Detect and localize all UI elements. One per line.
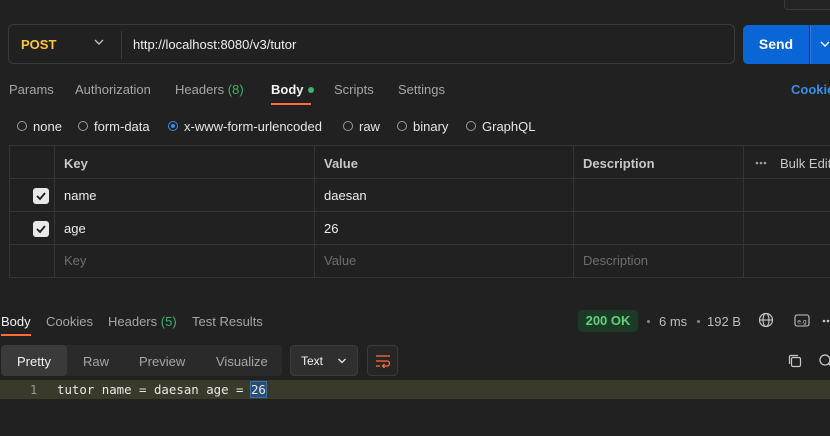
line-number: 1 (30, 383, 38, 397)
radio-icon (343, 121, 353, 131)
check-icon (36, 192, 46, 201)
save-example-icon[interactable]: e.g (794, 314, 810, 327)
separator-dot (697, 320, 700, 323)
response-tab-test-results[interactable]: Test Results (192, 314, 263, 329)
format-label: Text (301, 354, 324, 368)
tab-params[interactable]: Params (9, 82, 54, 97)
status-badge[interactable]: 200 OK (578, 310, 638, 332)
radio-form-data[interactable]: form-data (78, 118, 150, 134)
view-preview[interactable]: Preview (139, 354, 185, 369)
radio-label: form-data (94, 118, 150, 134)
response-body-prefix: tutor name = daesan age = (57, 382, 251, 397)
radio-icon (17, 121, 27, 131)
response-tab-body[interactable]: Body (1, 314, 31, 329)
row-divider (10, 178, 830, 179)
window-control[interactable] (784, 0, 830, 10)
radio-label: x-www-form-urlencoded (184, 118, 322, 134)
url-divider (121, 31, 122, 59)
radio-label: binary (413, 118, 449, 134)
radio-binary[interactable]: binary (397, 118, 448, 134)
key-input[interactable]: Key (64, 253, 86, 268)
params-table: Key Value Description Bulk Edit name dae… (9, 145, 830, 278)
view-raw[interactable]: Raw (83, 354, 109, 369)
response-body-text[interactable]: tutor name = daesan age = 26 (57, 381, 267, 398)
response-tab-headers-label: Headers (108, 314, 158, 329)
radio-icon (78, 121, 88, 131)
param-key[interactable]: name (64, 188, 97, 203)
send-button[interactable]: Send (743, 25, 809, 64)
chevron-down-icon (820, 41, 830, 47)
radio-x-www-form-urlencoded[interactable]: x-www-form-urlencoded (168, 118, 322, 134)
bulk-edit-button[interactable]: Bulk Edit (780, 156, 830, 171)
url-input[interactable]: http://localhost:8080/v3/tutor (133, 37, 296, 52)
row-divider (10, 211, 830, 212)
selected-text: 26 (249, 381, 267, 398)
more-options-icon[interactable] (822, 319, 830, 323)
radio-graphql[interactable]: GraphQL (466, 118, 535, 134)
radio-label: GraphQL (482, 118, 536, 134)
radio-label: raw (359, 118, 380, 134)
method-select[interactable]: POST (21, 37, 56, 52)
view-pretty[interactable]: Pretty (17, 354, 51, 369)
modified-dot-icon (307, 86, 314, 93)
svg-text:e.g: e.g (797, 319, 807, 326)
value-input[interactable]: Value (324, 253, 356, 268)
wrap-lines-button[interactable] (367, 345, 398, 376)
tab-headers-label: Headers (175, 82, 225, 97)
check-icon (36, 225, 46, 234)
send-options-button[interactable] (810, 25, 830, 64)
tab-scripts[interactable]: Scripts (334, 82, 374, 97)
active-tab-indicator (271, 103, 311, 105)
globe-icon[interactable] (758, 312, 774, 328)
chevron-down-icon[interactable] (93, 36, 105, 48)
response-tab-headers[interactable]: Headers (5) (108, 314, 177, 329)
tab-authorization[interactable]: Authorization (75, 82, 151, 97)
header-description: Description (583, 156, 655, 171)
row-divider (10, 244, 830, 245)
view-visualize[interactable]: Visualize (216, 354, 268, 369)
view-mode-bar: Pretty Raw Preview Visualize (1, 345, 282, 376)
format-select[interactable]: Text (290, 345, 358, 376)
param-value[interactable]: 26 (324, 221, 338, 236)
header-key: Key (64, 156, 88, 171)
cookies-link[interactable]: Cookie (791, 82, 830, 97)
radio-label: none (33, 118, 62, 134)
response-tab-headers-count: (5) (160, 314, 177, 329)
tab-settings[interactable]: Settings (398, 82, 445, 97)
chevron-down-icon (338, 358, 346, 364)
tab-headers-count: (8) (227, 82, 244, 97)
radio-none[interactable]: none (17, 118, 62, 134)
active-tab-indicator (1, 334, 31, 336)
header-value: Value (324, 156, 358, 171)
copy-icon[interactable] (787, 353, 803, 369)
param-key[interactable]: age (64, 221, 86, 236)
radio-raw[interactable]: raw (343, 118, 380, 134)
url-bar: POST http://localhost:8080/v3/tutor (8, 24, 735, 64)
search-icon[interactable] (818, 353, 830, 369)
more-options-icon[interactable] (755, 161, 767, 165)
response-tab-cookies[interactable]: Cookies (46, 314, 93, 329)
radio-selected-icon (168, 121, 178, 131)
response-size[interactable]: 192 B (707, 314, 741, 329)
row-checkbox[interactable] (33, 188, 49, 204)
row-checkbox[interactable] (33, 221, 49, 237)
separator-dot (647, 320, 650, 323)
description-input[interactable]: Description (583, 253, 648, 268)
radio-icon (466, 121, 476, 131)
radio-icon (397, 121, 407, 131)
tab-headers[interactable]: Headers (8) (175, 82, 244, 97)
response-time[interactable]: 6 ms (659, 314, 687, 329)
tab-body-label: Body (271, 82, 304, 97)
wrap-lines-icon (376, 355, 391, 368)
param-value[interactable]: daesan (324, 188, 367, 203)
tab-body[interactable]: Body (271, 82, 314, 97)
